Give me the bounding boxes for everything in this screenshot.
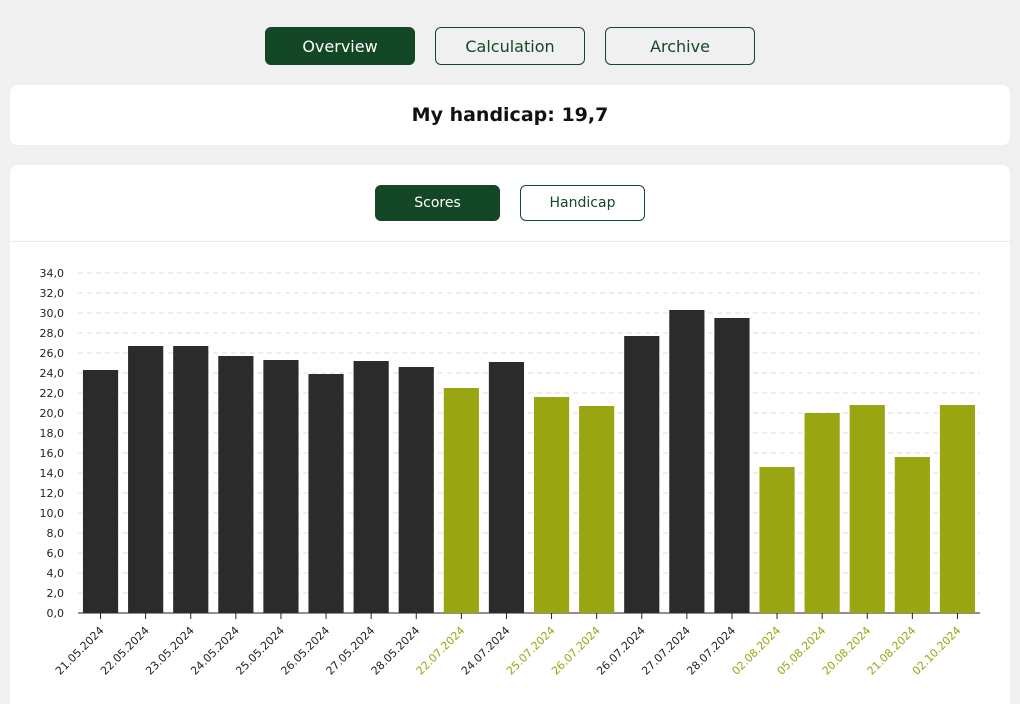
- y-tick-label: 34,0: [40, 267, 65, 280]
- x-tick-label: 02.10.2024: [910, 624, 964, 678]
- scores-bar-chart: 0,0 2,0 4,0 6,0 8,0 10,0 12,0 14,0 16,0 18,0 20,0 2…: [40, 267, 980, 678]
- y-tick-label: 24,0: [40, 367, 65, 380]
- y-tick-label: 8,0: [47, 527, 65, 540]
- bar: [218, 356, 254, 613]
- bar: [759, 467, 795, 613]
- bar: [82, 370, 119, 613]
- bar: [128, 346, 164, 613]
- y-tick-label: 18,0: [40, 427, 65, 440]
- bar: [624, 336, 660, 613]
- tab-calculation[interactable]: Calculation: [435, 27, 585, 65]
- bar: [443, 388, 479, 613]
- handicap-card: My handicap: 19,7: [10, 85, 1010, 145]
- y-tick-label: 32,0: [40, 287, 65, 300]
- y-tick-label: 10,0: [40, 507, 65, 520]
- handicap-label: My handicap: 19,7: [411, 104, 609, 126]
- bar: [579, 406, 615, 613]
- bar: [173, 346, 209, 613]
- y-tick-label: 22,0: [40, 387, 65, 400]
- y-tick-label: 6,0: [47, 547, 65, 560]
- y-tick-label: 12,0: [40, 487, 65, 500]
- bar: [894, 457, 930, 613]
- bar: [488, 362, 525, 613]
- bar: [849, 405, 885, 613]
- tab-overview[interactable]: Overview: [265, 27, 415, 65]
- bar: [308, 374, 344, 613]
- bar: [353, 361, 389, 613]
- y-tick-label: 20,0: [40, 407, 65, 420]
- bar: [263, 360, 299, 613]
- y-tick-label: 28,0: [40, 327, 65, 340]
- tab-archive[interactable]: Archive: [605, 27, 755, 65]
- y-tick-label: 0,0: [47, 607, 65, 620]
- chart-card: Scores Handicap 0,0 2,0 4,0 6,0 8,0 10,0 12,0 1…: [10, 165, 1010, 704]
- y-tick-label: 14,0: [40, 467, 65, 480]
- main-tabs: Overview Calculation Archive: [265, 27, 755, 65]
- bar: [669, 310, 705, 613]
- bar: [533, 397, 570, 613]
- y-tick-label: 26,0: [40, 347, 65, 360]
- bar: [939, 405, 976, 613]
- bar: [714, 318, 750, 613]
- y-tick-label: 4,0: [47, 567, 65, 580]
- y-tick-label: 2,0: [47, 587, 65, 600]
- y-tick-label: 16,0: [40, 447, 65, 460]
- bar: [804, 413, 840, 613]
- y-tick-label: 30,0: [40, 307, 65, 320]
- bar: [398, 367, 434, 613]
